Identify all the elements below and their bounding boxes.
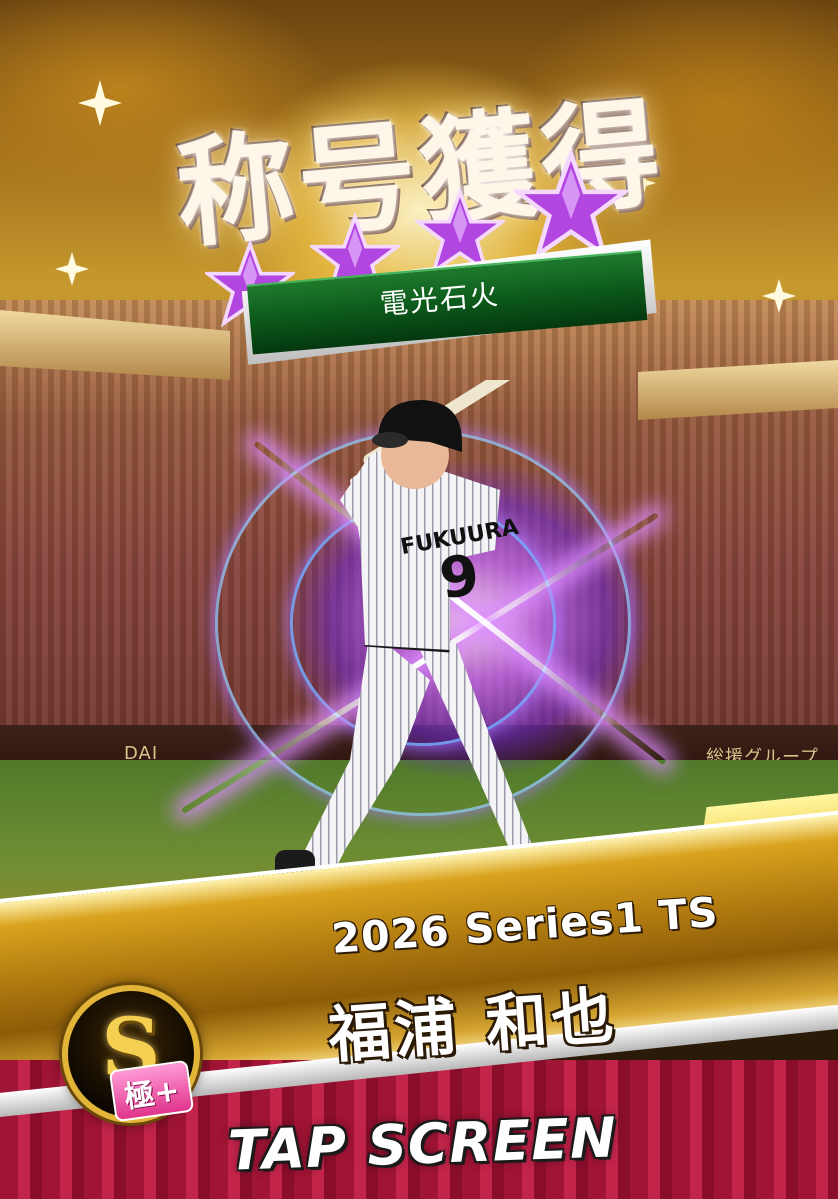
player-batting-image [275, 380, 540, 910]
tap-screen-prompt[interactable]: TAP SCREEN [227, 1105, 618, 1183]
rank-grade-badge: 極+ [108, 1059, 195, 1123]
sparkle-icon [762, 279, 796, 313]
title-acquired-screen[interactable]: DA​I 総援グループ 称号獲得 電光石火 [0, 0, 838, 1199]
player-name-label: 福浦 和也 [325, 978, 620, 1072]
